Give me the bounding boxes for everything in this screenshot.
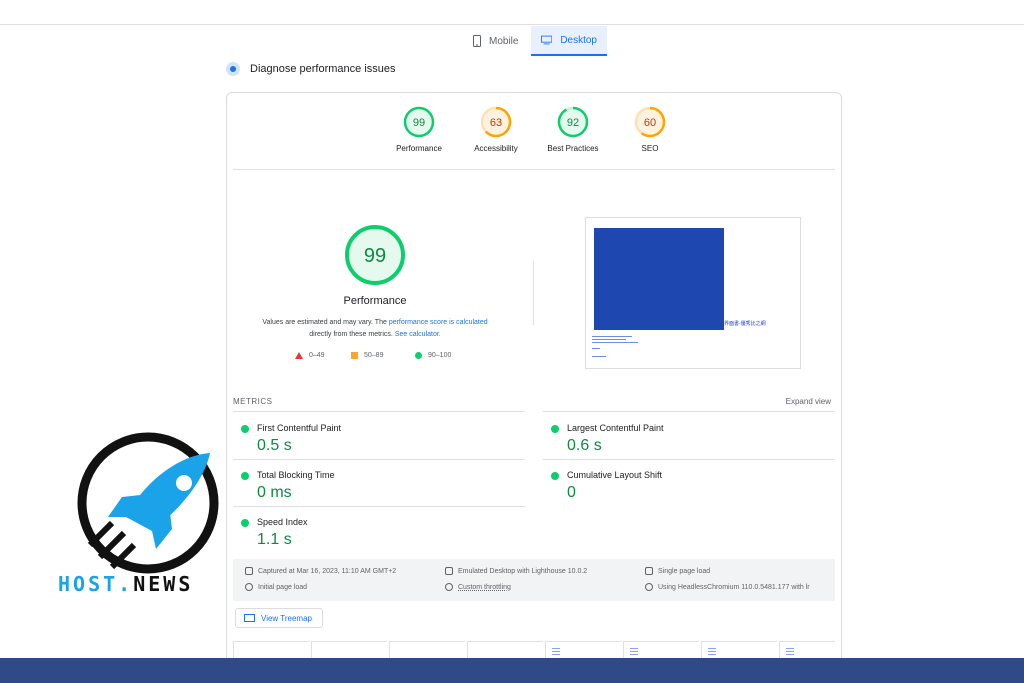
values-note: Values are estimated and may vary. The p… <box>247 317 503 341</box>
diagnose-title: Diagnose performance issues <box>250 63 396 75</box>
report-card: 99 Performance 63 Accessibility 92 Best … <box>226 92 842 683</box>
metrics-header: METRICS <box>233 397 273 406</box>
main-score-value: 99 <box>364 245 386 267</box>
divider <box>233 506 525 507</box>
footer-band <box>0 658 1024 683</box>
device-tabs: Mobile Desktop <box>0 26 1024 56</box>
gauge-ring: 99 <box>403 106 435 138</box>
divider <box>543 459 835 460</box>
diagnose-header: Diagnose performance issues <box>226 62 396 76</box>
top-bar <box>0 0 1024 25</box>
chrome-icon <box>645 583 653 591</box>
wifi-icon <box>445 583 453 591</box>
metric-tbt: Total Blocking Time 0 ms <box>233 464 513 510</box>
square-icon <box>351 352 358 359</box>
run-info-bar: Captured at Mar 16, 2023, 11:10 AM GMT+2… <box>233 559 835 601</box>
initial-load-info: Initial page load <box>245 583 307 591</box>
treemap-icon <box>244 614 255 622</box>
vertical-divider <box>533 261 534 325</box>
expand-view-button[interactable]: Expand view <box>786 397 831 406</box>
gauge-performance[interactable]: 99 Performance <box>379 105 459 153</box>
single-load-info: Single page load <box>645 567 710 575</box>
throttling-info[interactable]: Custom throttling <box>445 583 511 591</box>
emulated-info: Emulated Desktop with Lighthouse 10.0.2 <box>445 567 587 575</box>
note-text-2: directly from these metrics. <box>309 331 395 338</box>
circle-icon <box>415 352 422 359</box>
score-legend: 0–49 50–89 90–100 <box>295 352 475 364</box>
view-treemap-button[interactable]: View Treemap <box>235 608 323 628</box>
gauge-accessibility[interactable]: 63 Accessibility <box>456 105 536 153</box>
gauge-score: 99 <box>413 117 425 129</box>
logo-wordmark: HOST.NEWS <box>58 572 194 596</box>
metric-lcp: Largest Contentful Paint 0.6 s <box>543 417 823 463</box>
gauge-ring: 92 <box>557 106 589 138</box>
gauge-ring: 63 <box>480 106 512 138</box>
pass-circle-icon <box>551 425 559 433</box>
legend-fail: 0–49 <box>295 352 325 359</box>
tab-desktop[interactable]: Desktop <box>531 26 607 56</box>
laptop-icon <box>445 567 453 575</box>
note-text: Values are estimated and may vary. The <box>262 319 389 326</box>
divider <box>233 169 835 170</box>
screenshot-link: 界面書-優秀比之網 <box>724 321 766 327</box>
divider <box>233 411 525 412</box>
gauge-seo[interactable]: 60 SEO <box>610 105 690 153</box>
tab-mobile-label: Mobile <box>489 35 519 47</box>
gauge-label: Accessibility <box>474 144 518 153</box>
divider <box>233 459 525 460</box>
page-screenshot[interactable]: 界面書-優秀比之網 <box>585 217 801 369</box>
tab-mobile[interactable]: Mobile <box>463 26 531 56</box>
gauge-label: SEO <box>641 144 659 153</box>
browser-info: Using HeadlessChromium 110.0.5481.177 wi… <box>645 583 810 591</box>
gauge-label: Best Practices <box>547 144 599 153</box>
main-score-gauge: 99 <box>345 225 405 285</box>
people-icon <box>645 567 653 575</box>
captured-info: Captured at Mar 16, 2023, 11:10 AM GMT+2 <box>245 567 396 575</box>
gauge-ring: 60 <box>634 106 666 138</box>
metric-cls: Cumulative Layout Shift 0 <box>543 464 823 510</box>
metric-fcp: First Contentful Paint 0.5 s <box>233 417 513 463</box>
phone-icon <box>473 35 481 47</box>
pass-circle-icon <box>551 472 559 480</box>
gauge-label: Performance <box>396 144 442 153</box>
metric-speed-index: Speed Index 1.1 s <box>233 511 513 557</box>
category-gauges: 99 Performance 63 Accessibility 92 Best … <box>227 105 841 165</box>
gauge-score: 60 <box>644 117 656 129</box>
see-calculator-link[interactable]: See calculator. <box>395 331 441 338</box>
legend-pass: 90–100 <box>415 352 451 359</box>
main-score-title: Performance <box>343 295 407 307</box>
screenshot-hero-block <box>594 228 724 330</box>
monitor-icon <box>541 35 553 45</box>
triangle-icon <box>295 352 303 359</box>
diagnose-icon <box>226 62 240 76</box>
legend-average: 50–89 <box>351 352 383 359</box>
gauge-score: 92 <box>567 117 579 129</box>
tab-desktop-label: Desktop <box>560 34 597 46</box>
divider <box>543 411 835 412</box>
gauge-best-practices[interactable]: 92 Best Practices <box>533 105 613 153</box>
score-calculated-link[interactable]: performance score is calculated <box>389 319 488 326</box>
gauge-score: 63 <box>490 117 502 129</box>
